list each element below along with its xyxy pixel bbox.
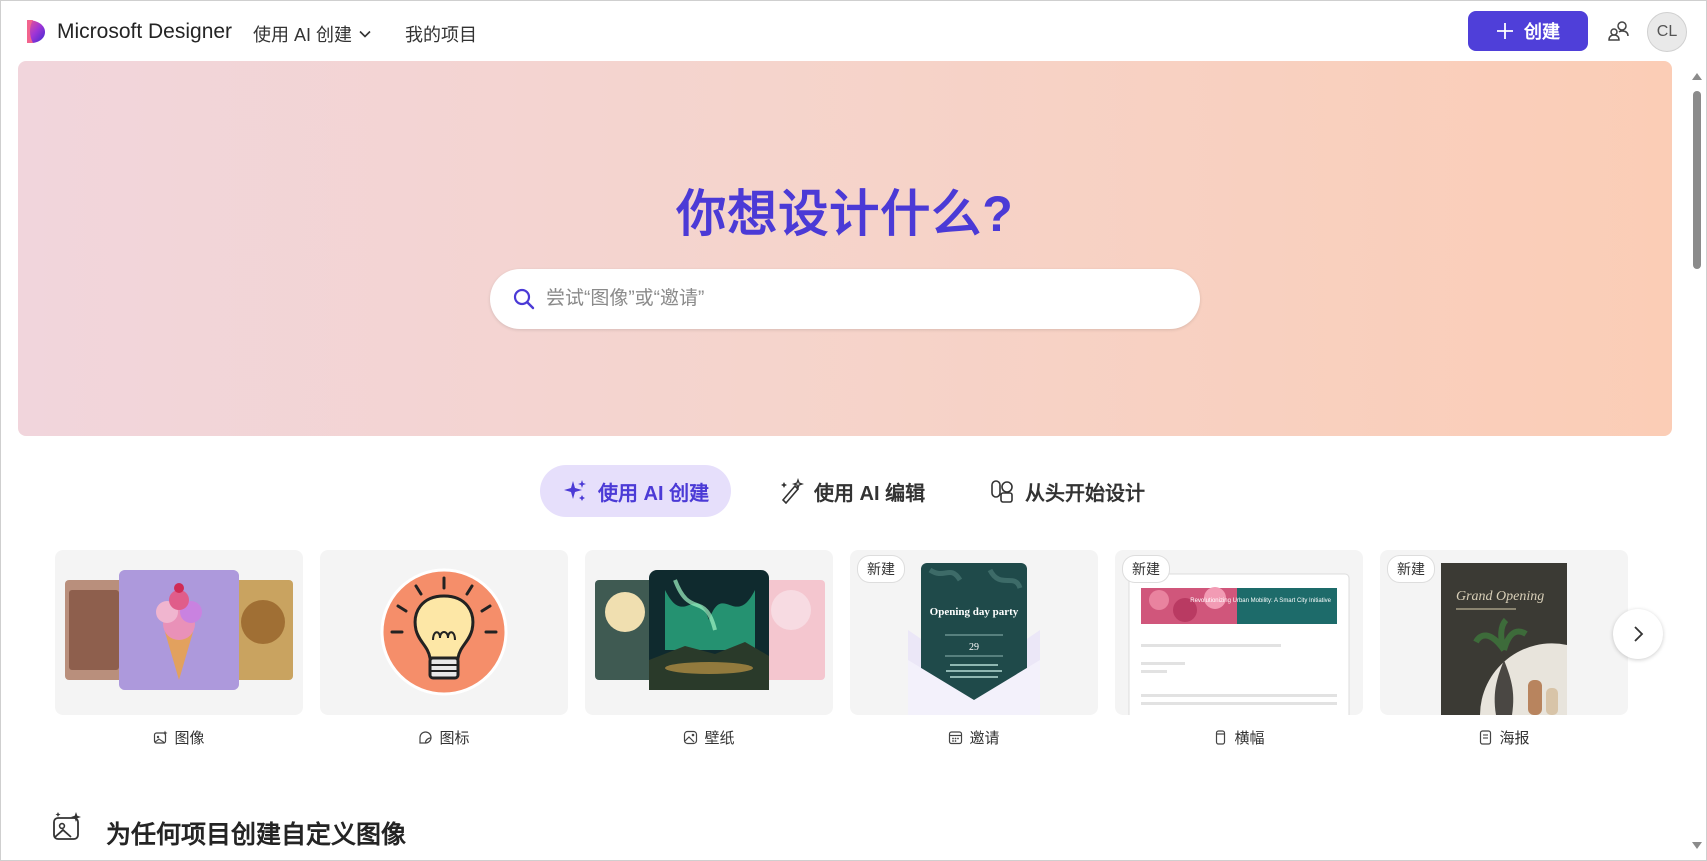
card-wallpaper-label-row: 壁纸 <box>585 727 833 748</box>
plus-icon <box>1497 23 1513 39</box>
new-badge: 新建 <box>1123 556 1169 582</box>
image-sparkle-icon <box>53 812 81 840</box>
scroll-down-arrow-icon[interactable] <box>1691 841 1703 851</box>
designer-logo-icon <box>27 20 45 43</box>
hero-banner: 你想设计什么? <box>18 61 1672 436</box>
card-invitation-label-row: 邀请 <box>850 727 1098 748</box>
card-wallpaper-label: 壁纸 <box>704 730 735 747</box>
wallpaper-card-thumbnail <box>595 570 825 690</box>
search-box[interactable] <box>490 269 1200 329</box>
magic-pen-icon <box>781 478 804 504</box>
user-avatar[interactable]: CL <box>1647 12 1687 52</box>
card-sticker[interactable] <box>320 550 568 715</box>
phone-icon <box>1216 730 1226 745</box>
calendar-icon <box>949 731 963 745</box>
card-image-label: 图像 <box>174 730 205 747</box>
brand-name: Microsoft Designer <box>57 20 233 43</box>
card-poster[interactable]: 新建 Grand Opening <box>1380 550 1628 715</box>
nav-ai-create-dropdown[interactable]: 使用 AI 创建 <box>253 21 372 47</box>
tab-ai-edit-label: 使用 AI 编辑 <box>814 482 926 505</box>
nav-my-projects[interactable]: 我的项目 <box>405 21 477 47</box>
chevron-down-icon <box>359 30 371 38</box>
scroll-up-arrow-icon[interactable] <box>1691 71 1703 81</box>
nav-ai-create-label: 使用 AI 创建 <box>253 25 353 45</box>
card-sticker-label-row: 图标 <box>320 727 568 748</box>
hero-title: 你想设计什么? <box>676 186 1014 242</box>
sparkle-icon <box>564 480 586 501</box>
card-sticker-label: 图标 <box>439 730 470 747</box>
section-title: 为任何项目创建自定义图像 <box>106 821 407 849</box>
poster-thumb-title: Grand Opening <box>1456 589 1544 604</box>
card-poster-label-row: 海报 <box>1380 727 1628 748</box>
shapes-icon <box>991 480 1013 503</box>
tab-design-from-scratch-label: 从头开始设计 <box>1025 482 1145 505</box>
card-image[interactable] <box>55 550 303 715</box>
card-poster-label: 海报 <box>1499 730 1530 747</box>
new-badge: 新建 <box>858 556 904 582</box>
tab-ai-create-label: 使用 AI 创建 <box>598 482 710 505</box>
wallpaper-icon <box>684 730 698 745</box>
invitation-thumb-date: 29 <box>969 642 979 653</box>
tab-ai-edit[interactable]: 使用 AI 编辑 <box>778 465 925 517</box>
card-banner-label: 横幅 <box>1234 730 1265 747</box>
card-wallpaper[interactable] <box>585 550 833 715</box>
search-icon <box>513 288 535 310</box>
card-banner[interactable]: 新建 Revolutionizing Urban Mobility: A Sma… <box>1115 550 1363 715</box>
new-badge: 新建 <box>1388 556 1434 582</box>
card-image-label-row: 图像 <box>55 727 303 748</box>
tab-ai-create[interactable]: 使用 AI 创建 <box>540 465 732 517</box>
banner-thumb-text: Revolutionizing Urban Mobility: A Smart … <box>1190 598 1331 604</box>
people-share-icon[interactable] <box>1607 19 1631 43</box>
carousel-next-button[interactable] <box>1613 609 1663 659</box>
sticker-card-thumbnail <box>380 568 508 696</box>
image-sparkle-icon <box>154 730 168 744</box>
tab-design-from-scratch[interactable]: 从头开始设计 <box>989 465 1145 517</box>
chevron-right-icon <box>1634 626 1644 642</box>
card-invitation[interactable]: 新建 Opening day party 29 <box>850 550 1098 715</box>
create-button[interactable]: 创建 <box>1468 11 1588 51</box>
app-window: Microsoft Designer 使用 AI 创建 我的项目 创建 CL 你… <box>0 0 1707 861</box>
invitation-thumb-title: Opening day party <box>930 606 1019 618</box>
card-invitation-label: 邀请 <box>969 730 1000 747</box>
search-input[interactable] <box>546 281 1166 317</box>
scrollbar-thumb[interactable] <box>1693 91 1701 269</box>
document-icon <box>1480 730 1492 745</box>
card-banner-label-row: 横幅 <box>1115 727 1363 748</box>
top-bar: Microsoft Designer 使用 AI 创建 我的项目 创建 CL <box>1 1 1691 61</box>
sticker-icon <box>419 731 433 744</box>
create-button-label: 创建 <box>1524 22 1560 42</box>
image-card-thumbnail <box>65 570 293 690</box>
